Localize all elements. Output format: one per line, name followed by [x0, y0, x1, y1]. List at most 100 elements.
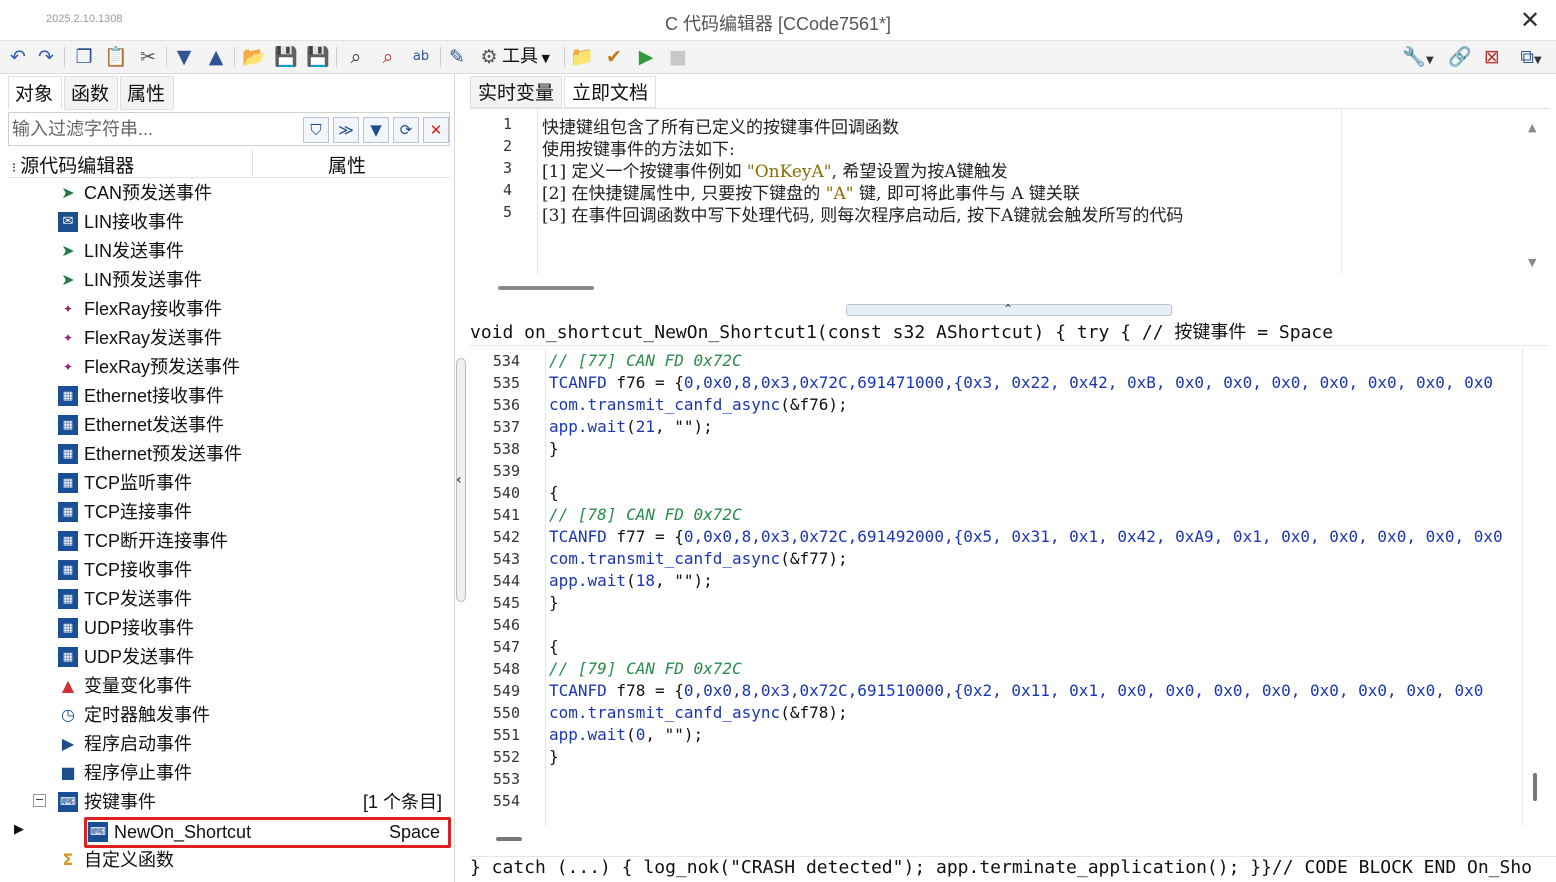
- link-icon[interactable]: 🔗: [1448, 45, 1472, 69]
- filter-bar: ⛉ ≫ ▼ ⟳ ✕: [8, 112, 450, 146]
- chevron-down-icon: ▼: [538, 52, 550, 65]
- collapse-toggle[interactable]: −: [33, 794, 46, 807]
- scroll-up-icon[interactable]: ▲: [1528, 121, 1536, 134]
- tree-header-name: ⁝ 源代码编辑器: [12, 151, 134, 178]
- code-line-number: 542: [492, 528, 520, 546]
- code-line-number: 535: [492, 374, 520, 392]
- object-panel: 对象 函数 属性 ⛉ ≫ ▼ ⟳ ✕ ⁝ 源代码编辑器 属性 ➤ CAN预发送事件…: [0, 74, 455, 882]
- tree-item-label: UDP发送事件: [84, 647, 195, 667]
- envelope-icon: ✉: [58, 212, 78, 232]
- tab-instant-doc[interactable]: 立即文档: [564, 76, 656, 108]
- move-down-icon[interactable]: ▼: [172, 45, 196, 69]
- code-editor[interactable]: 534 // [77] CAN FD 0x72C 535 TCANFD f76 = {…: [470, 348, 1550, 826]
- code-args: 0,0x0,8,0x3,0x72C,691471000,{0x3, 0x22, …: [683, 373, 1494, 392]
- copy-icon[interactable]: ❐: [72, 45, 96, 69]
- tree-item-label: 定时器触发事件: [84, 705, 210, 725]
- code-line: com.transmit_canfd_async(&f76);: [549, 395, 848, 414]
- search-icon[interactable]: ⌕: [344, 45, 368, 69]
- keyboard-icon: ⌨: [88, 822, 108, 842]
- clear-filter-icon[interactable]: ✕: [423, 117, 449, 143]
- doc-horizontal-scrollbar[interactable]: [498, 286, 594, 290]
- code-line-number: 541: [492, 506, 520, 524]
- gear-icon[interactable]: ⚙: [478, 45, 500, 69]
- tab-functions[interactable]: 函数: [64, 76, 118, 110]
- filter-down-icon[interactable]: ▼: [363, 117, 389, 143]
- code-call: app.wait: [549, 725, 627, 744]
- wrench-icon[interactable]: 🔧▼: [1400, 45, 1436, 69]
- code-args: 0,0x0,8,0x3,0x72C,691492000,{0x5, 0x31, …: [683, 527, 1503, 546]
- undo-icon[interactable]: ↶: [6, 45, 30, 69]
- check-list-icon[interactable]: ✔: [602, 45, 626, 69]
- tab-objects[interactable]: 对象: [8, 76, 62, 110]
- run-icon[interactable]: ▶: [634, 45, 658, 69]
- stop-icon[interactable]: ■: [666, 45, 690, 69]
- filter-input[interactable]: [12, 116, 302, 142]
- doc-line-number: 3: [502, 159, 512, 177]
- code-line: // [79] CAN FD 0x72C: [549, 659, 742, 678]
- ethernet-icon: ▦: [58, 444, 78, 464]
- clock-icon: ◷: [61, 705, 75, 724]
- code-line-number: 545: [492, 594, 520, 612]
- tree-item-label: 程序停止事件: [84, 763, 192, 783]
- replace-icon[interactable]: ab: [408, 45, 434, 69]
- code-type: TCANFD: [549, 681, 607, 700]
- close-icon[interactable]: ✕: [1516, 6, 1544, 34]
- tree-item-label: 变量变化事件: [84, 676, 192, 696]
- tree-item-label: TCP连接事件: [84, 502, 192, 522]
- cut-icon[interactable]: ✂: [136, 45, 160, 69]
- code-line-number: 543: [492, 550, 520, 568]
- tools-menu-button[interactable]: 工具 ▼: [502, 45, 558, 69]
- code-text: , "");: [654, 417, 713, 436]
- code-line: TCANFD f77 = {0,0x0,8,0x3,0x72C,69149200…: [549, 527, 1503, 546]
- close-window-icon[interactable]: ⊠: [1480, 45, 1504, 69]
- code-type: TCANFD: [549, 373, 607, 392]
- doc-line: [3] 在事件回调函数中写下处理代码, 则每次程序启动后, 按下A键就会触发所写…: [542, 206, 1184, 226]
- scroll-down-icon[interactable]: ▼: [1528, 256, 1536, 269]
- tree-item-label: TCP断开连接事件: [84, 531, 228, 551]
- shortcut-item-key: Space: [388, 822, 440, 842]
- paper-plane-icon: ➤: [61, 183, 75, 202]
- folder-icon[interactable]: 📁: [570, 45, 594, 69]
- code-call: com.transmit_canfd_async: [549, 703, 781, 722]
- tab-properties[interactable]: 属性: [120, 76, 174, 110]
- save-as-icon[interactable]: 💾: [306, 45, 330, 69]
- edit-pencil-icon[interactable]: ✎: [446, 45, 468, 69]
- paste-icon[interactable]: 📋: [104, 45, 128, 69]
- code-line-number: 552: [492, 748, 520, 766]
- tree-item-label: TCP监听事件: [84, 473, 192, 493]
- code-comment: // [78] CAN FD 0x72C: [549, 505, 742, 524]
- code-line-number: 548: [492, 660, 520, 678]
- tree-group-shortcut-events[interactable]: ⌨ 按键事件 [1 个条目]: [58, 788, 442, 816]
- doc-line-number: 1: [502, 115, 512, 133]
- code-text: , "");: [645, 725, 704, 744]
- open-file-icon[interactable]: 📂: [242, 45, 266, 69]
- code-vertical-scrollbar-thumb[interactable]: [1533, 773, 1537, 801]
- pane-splitter[interactable]: ⌃: [846, 302, 1172, 316]
- sigma-icon: Σ: [62, 850, 74, 869]
- code-number: 18: [635, 571, 655, 590]
- find-next-icon[interactable]: ⌕: [376, 45, 400, 69]
- window-options-icon[interactable]: ⧉▼: [1512, 45, 1550, 69]
- code-line: com.transmit_canfd_async(&f77);: [549, 549, 848, 568]
- redo-icon[interactable]: ↷: [34, 45, 58, 69]
- ethernet-icon: ▦: [58, 589, 78, 609]
- move-up-icon[interactable]: ▲: [204, 45, 228, 69]
- refresh-icon[interactable]: ⟳: [393, 117, 419, 143]
- filter-icon[interactable]: ⛉: [303, 117, 329, 143]
- code-line: // [78] CAN FD 0x72C: [549, 505, 742, 524]
- code-line-number: 551: [492, 726, 520, 744]
- tree-item-newon-shortcut1[interactable]: ⌨ NewOn_Shortcut1 Space: [88, 818, 440, 846]
- code-text: f77 = {: [606, 527, 684, 546]
- tree-item-label: UDP接收事件: [84, 618, 195, 638]
- stop-icon: ■: [60, 763, 76, 782]
- code-number: 21: [635, 417, 655, 436]
- collapse-panel-icon[interactable]: ‹: [456, 472, 462, 488]
- filter-expression-icon[interactable]: ≫: [333, 117, 359, 143]
- ethernet-icon: ▦: [58, 618, 78, 638]
- tab-live-variables[interactable]: 实时变量: [470, 76, 562, 108]
- code-line: }: [549, 747, 559, 766]
- save-icon[interactable]: 💾: [274, 45, 298, 69]
- code-horizontal-scrollbar[interactable]: [496, 837, 522, 841]
- code-line-number: 544: [492, 572, 520, 590]
- code-line-number: 536: [492, 396, 520, 414]
